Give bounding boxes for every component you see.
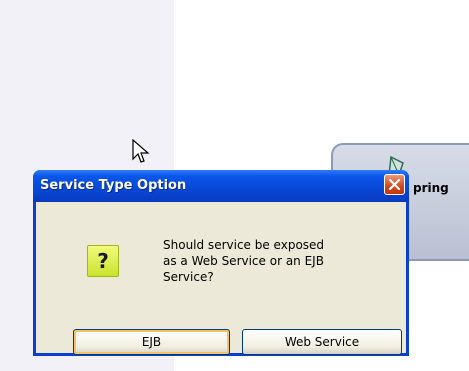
close-button[interactable] xyxy=(384,174,405,195)
dialog-message: Should service be exposed as a Web Servi… xyxy=(163,238,325,284)
close-icon xyxy=(388,178,401,191)
mouse-pointer-icon xyxy=(132,139,150,163)
ejb-button[interactable]: EJB xyxy=(73,329,230,355)
dialog-titlebar[interactable]: Service Type Option xyxy=(33,170,409,202)
service-type-dialog: Service Type Option ? Should service be … xyxy=(33,170,409,356)
web-service-button[interactable]: Web Service xyxy=(242,329,402,355)
question-icon: ? xyxy=(87,245,119,277)
dialog-title: Service Type Option xyxy=(40,178,187,193)
spring-node-label: pring xyxy=(413,181,449,195)
dialog-body: ? Should service be exposed as a Web Ser… xyxy=(36,202,406,355)
